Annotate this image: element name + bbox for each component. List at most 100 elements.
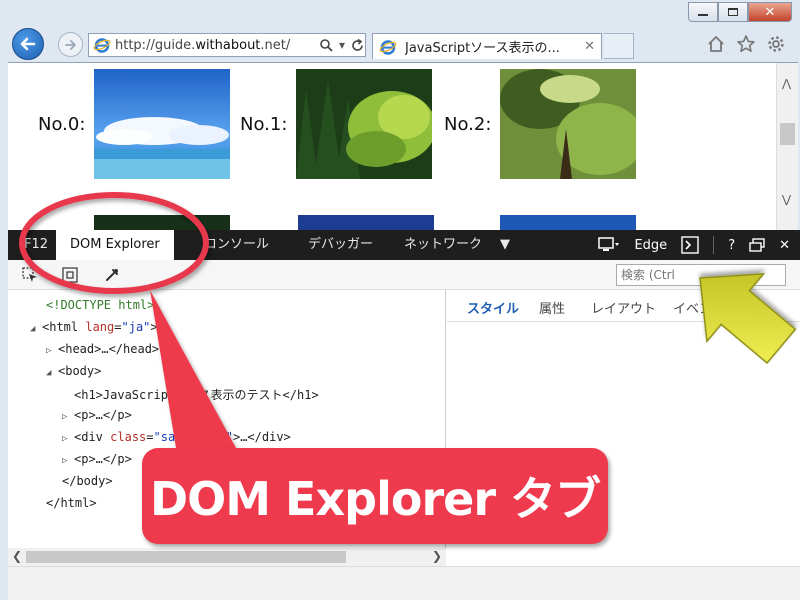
thumbnail-partial	[500, 215, 636, 230]
div-attr-name: class	[110, 430, 147, 444]
doctype-text: <!DOCTYPE html>	[46, 298, 155, 312]
highlight-box-icon[interactable]	[62, 267, 78, 283]
thumbnail-label: No.2:	[444, 113, 492, 135]
toolbar-separator	[713, 236, 715, 254]
thumbnail-item: No.0:	[38, 69, 230, 179]
expanded-triangle-icon[interactable]: ◢	[46, 368, 58, 378]
tab-close-icon[interactable]: ✕	[584, 39, 595, 54]
address-url: http://guide.withabout.net/	[115, 38, 315, 53]
tab-title: JavaScriptソース表示の...	[405, 41, 560, 56]
page-viewport: No.0: No.1: No.2: ⋀ ⋁	[8, 62, 798, 230]
collapsed-triangle-icon[interactable]: ▷	[62, 412, 74, 422]
dom-node-div[interactable]: ▷ <div class="samplebox">…</div>	[62, 430, 291, 444]
h1-tag: <h1>JavaScriptソース表示のテスト</h1>	[74, 388, 319, 402]
window-controls: ✕	[688, 2, 792, 22]
refresh-icon[interactable]	[351, 38, 364, 52]
console-toggle-icon[interactable]	[681, 236, 699, 254]
chevron-down-icon[interactable]: ▾	[339, 38, 345, 52]
dom-node-html-close[interactable]: </html>	[46, 496, 97, 510]
search-icon[interactable]	[319, 38, 333, 52]
back-button[interactable]	[12, 28, 44, 60]
address-bar[interactable]: http://guide.withabout.net/ ▾	[88, 33, 366, 57]
scroll-left-icon[interactable]: ❮	[12, 549, 22, 563]
settings-gear-icon[interactable]	[766, 34, 786, 54]
scroll-right-icon[interactable]: ❯	[432, 549, 442, 563]
help-icon[interactable]: ?	[728, 238, 735, 253]
devtools-tab-bar: F12 DOM Explorer コンソール デバッガー ネットワーク ▼ Ed…	[8, 230, 800, 260]
color-picker-icon[interactable]	[104, 267, 120, 283]
expanded-triangle-icon[interactable]: ◢	[30, 324, 42, 334]
collapsed-triangle-icon[interactable]: ▷	[46, 346, 58, 356]
tree-canopy-photo	[500, 69, 636, 179]
url-prefix: http://guide.	[115, 37, 196, 53]
dom-node-body-close[interactable]: </body>	[62, 474, 113, 488]
tab-layout[interactable]: レイアウト	[591, 298, 656, 317]
thumbnail-item: No.1:	[240, 69, 432, 179]
style-tab-bar: スタイル 属性 レイアウト イベント 変更	[447, 290, 800, 322]
undock-icon[interactable]	[749, 238, 765, 252]
browser-tab[interactable]: JavaScriptソース表示の... ✕	[372, 33, 602, 59]
maximize-button[interactable]	[718, 2, 748, 22]
minimize-button[interactable]	[688, 2, 718, 22]
close-devtools-icon[interactable]: ✕	[779, 238, 790, 253]
url-suffix: .net/	[260, 37, 291, 53]
select-element-icon[interactable]	[22, 267, 38, 283]
devtools-status-bar	[8, 566, 800, 600]
tab-f12[interactable]: F12	[24, 230, 48, 260]
dom-node-p[interactable]: ▷ <p>…</p>	[62, 452, 132, 466]
page-vertical-scrollbar[interactable]: ⋀ ⋁	[776, 63, 798, 230]
tab-styles[interactable]: スタイル	[467, 298, 519, 317]
forward-arrow-icon	[64, 39, 76, 50]
dom-node-h1[interactable]: <h1>JavaScriptソース表示のテスト</h1>	[74, 386, 319, 403]
window-titlebar: ✕	[0, 0, 800, 30]
scroll-up-icon[interactable]: ⋀	[782, 77, 791, 90]
dom-node-doctype[interactable]: <!DOCTYPE html>	[46, 298, 154, 312]
hscroll-thumb[interactable]	[26, 551, 346, 563]
tab-debugger[interactable]: デバッガー	[308, 230, 373, 260]
thumbnail-partial	[94, 215, 230, 230]
tab-dom-explorer[interactable]: DOM Explorer	[56, 230, 174, 260]
html-attr-name: lang	[85, 320, 115, 334]
callout-text: DOM Explorer タブ	[149, 472, 601, 526]
scrollbar-thumb[interactable]	[780, 123, 795, 145]
callout-label-box: DOM Explorer タブ	[142, 448, 608, 544]
div-attr-value: "samplebox"	[153, 430, 233, 444]
style-rule-text: a:	[759, 334, 774, 352]
dom-node-body[interactable]: ◢ <body>	[46, 364, 101, 378]
body-tag: <body>	[58, 364, 102, 378]
dom-node-p[interactable]: ▷ <p>…</p>	[62, 408, 132, 422]
html-attr-value: "ja"	[121, 320, 151, 334]
back-arrow-icon	[20, 37, 36, 51]
tab-changes[interactable]: 変更	[739, 298, 765, 317]
thumbnail-label: No.1:	[240, 113, 288, 135]
home-icon[interactable]	[706, 34, 726, 54]
scroll-down-icon[interactable]: ⋁	[782, 193, 791, 206]
div-tag: <div	[74, 430, 103, 444]
sky-sea-photo	[94, 69, 230, 179]
tab-console[interactable]: コンソール	[204, 230, 269, 260]
tab-attributes[interactable]: 属性	[539, 298, 565, 317]
p-tag: <p>…</p>	[74, 452, 132, 466]
thumbnail-label: No.0:	[38, 113, 86, 135]
tab-network[interactable]: ネットワーク	[404, 230, 482, 260]
dom-horizontal-scrollbar[interactable]: ❮ ❯	[8, 548, 446, 566]
collapsed-triangle-icon[interactable]: ▷	[62, 434, 74, 444]
collapsed-triangle-icon[interactable]: ▷	[62, 456, 74, 466]
tab-ie-icon	[379, 39, 397, 55]
ie-logo-icon	[93, 38, 111, 53]
dom-search-input[interactable]	[616, 264, 786, 286]
emulation-mode[interactable]: Edge	[634, 238, 667, 253]
more-tabs-icon[interactable]: ▼	[500, 230, 510, 260]
dom-node-html[interactable]: ◢ <html lang="ja">	[30, 320, 158, 334]
dom-node-head[interactable]: ▷ <head>…</head>	[46, 342, 159, 356]
favorites-star-icon[interactable]	[736, 34, 756, 54]
forward-button[interactable]	[58, 32, 83, 57]
developer-tools: F12 DOM Explorer コンソール デバッガー ネットワーク ▼ Ed…	[8, 230, 800, 600]
devtools-toolbar	[8, 260, 800, 290]
tab-events[interactable]: イベント	[673, 298, 725, 317]
thumbnail-partial	[298, 215, 434, 230]
emulation-monitor-icon[interactable]	[598, 237, 620, 253]
head-tag: <head>…</head>	[58, 342, 160, 356]
close-window-button[interactable]: ✕	[748, 2, 792, 22]
new-tab-button[interactable]	[604, 33, 634, 59]
